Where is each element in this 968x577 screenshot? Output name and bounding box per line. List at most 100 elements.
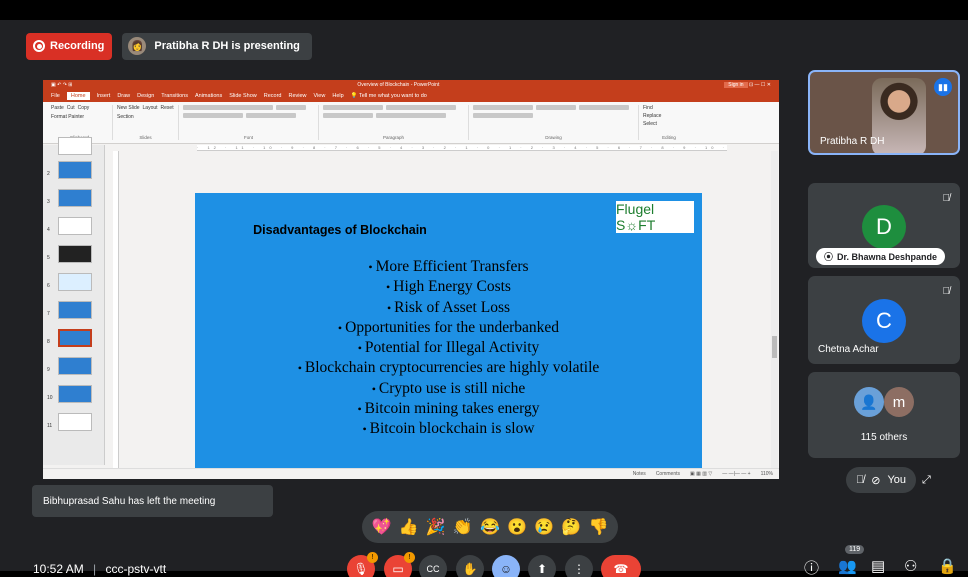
group-label-editing: Editing <box>662 135 676 140</box>
avatar: C <box>862 299 906 343</box>
emoji-icon: ☺ <box>499 562 513 576</box>
participant-tile-chetna[interactable]: 🎙̸ C Chetna Achar <box>808 276 960 364</box>
warning-badge: ! <box>367 552 378 563</box>
camera-off-icon: ⊘ <box>871 474 881 487</box>
host-controls-icon[interactable]: 🔒 <box>938 557 957 575</box>
meeting-details-icon[interactable]: ⓘ <box>804 557 819 577</box>
thinking-reaction-icon[interactable]: 🤔 <box>561 517 581 537</box>
reactions-button[interactable]: ☺ <box>492 555 520 577</box>
camera-toggle-button[interactable]: ▭ ! <box>384 552 415 577</box>
find-button[interactable]: Find <box>643 105 695 111</box>
new-slide-button[interactable]: New Slide <box>117 105 140 111</box>
recording-button[interactable]: Recording <box>26 32 113 60</box>
pinned-name-chip: ⦿ Dr. Bhawna Deshpande <box>816 248 946 265</box>
laugh-reaction-icon[interactable]: 😂 <box>480 517 500 537</box>
ribbon-paragraph: Paragraph <box>319 105 469 140</box>
slide-thumbnail[interactable] <box>58 189 92 207</box>
notes-button[interactable]: Notes <box>633 471 646 477</box>
copy-button[interactable]: Copy <box>78 105 90 111</box>
layout-button[interactable]: Layout <box>143 105 158 111</box>
slide-number: 6 <box>47 283 50 289</box>
slide-number: 11 <box>47 423 53 429</box>
captions-icon: CC <box>426 564 440 574</box>
presenter-video-tile[interactable]: ▮▮ Pratibha R DH <box>808 70 960 155</box>
meeting-info: 10:52 AM | ccc-pstv-vtt <box>33 562 166 576</box>
tab-review[interactable]: Review <box>288 93 306 99</box>
slide-thumbnail[interactable] <box>58 357 92 375</box>
sad-reaction-icon[interactable]: 😢 <box>534 517 554 537</box>
others-tile[interactable]: 👤 m 115 others <box>808 372 960 458</box>
tab-insert[interactable]: Insert <box>97 93 111 99</box>
tab-file[interactable]: File <box>51 93 60 99</box>
surprised-reaction-icon[interactable]: 😮 <box>507 517 527 537</box>
tell-me-search[interactable]: 💡 Tell me what you want to do <box>351 93 427 99</box>
ribbon-clipboard: Paste Cut Copy Format Painter Clipboard <box>47 105 113 140</box>
expand-icon[interactable]: ⤢ <box>922 474 931 487</box>
comments-button[interactable]: Comments <box>656 471 680 477</box>
select-button[interactable]: Select <box>643 121 695 127</box>
scroll-thumb[interactable] <box>772 336 777 358</box>
slide-canvas: Flugel S☼FT Disadvantages of Blockchain … <box>195 193 702 478</box>
slide-thumbnail[interactable] <box>58 245 92 263</box>
raise-hand-button[interactable]: ✋ <box>456 555 484 577</box>
tab-animations[interactable]: Animations <box>195 93 222 99</box>
party-reaction-icon[interactable]: 🎉 <box>426 517 446 537</box>
bullet-item: Opportunities for the underbanked <box>195 318 702 338</box>
clap-reaction-icon[interactable]: 👏 <box>453 517 473 537</box>
slide-thumbnail[interactable] <box>58 273 92 291</box>
slide-thumbnail[interactable] <box>58 301 92 319</box>
chat-icon[interactable]: ▤ <box>871 557 885 575</box>
cut-button[interactable]: Cut <box>67 105 75 111</box>
tab-transitions[interactable]: Transitions <box>161 93 188 99</box>
slide-number: 5 <box>47 255 50 261</box>
slide-thumbnail-selected[interactable] <box>58 329 92 347</box>
slide-thumbnails-pane: 2 3 4 5 6 7 8 9 10 11 <box>43 137 105 465</box>
present-button[interactable]: ⬆ <box>528 555 556 577</box>
slide-thumbnail[interactable] <box>58 161 92 179</box>
slide-thumbnail[interactable] <box>58 413 92 431</box>
tab-slide-show[interactable]: Slide Show <box>229 93 257 99</box>
replace-button[interactable]: Replace <box>643 113 695 119</box>
self-tile[interactable]: 🎙̸ ⊘ You <box>846 467 917 493</box>
people-count-badge: 119 <box>845 545 865 554</box>
mic-off-icon: 🎙 <box>353 562 369 576</box>
heart-reaction-icon[interactable]: 💖 <box>372 517 392 537</box>
tab-record[interactable]: Record <box>264 93 282 99</box>
view-buttons[interactable]: ▣ ▦ ▥ ▽ <box>690 471 712 477</box>
self-view-bar: 🎙̸ ⊘ You ⤢ <box>846 466 956 494</box>
more-options-button[interactable]: ⋮ <box>565 555 593 577</box>
vertical-scrollbar[interactable] <box>771 151 778 471</box>
zoom-slider[interactable]: — —|— — + <box>722 471 750 477</box>
thumbs-up-reaction-icon[interactable]: 👍 <box>399 517 419 537</box>
bullet-item: More Efficient Transfers <box>195 257 702 277</box>
ribbon-drawing: Drawing <box>469 105 639 140</box>
ppt-sign-in[interactable]: Sign in <box>724 82 748 88</box>
participant-tile-bhawna[interactable]: 🎙̸ D ⦿ Dr. Bhawna Deshpande <box>808 183 960 268</box>
slide-thumbnail[interactable] <box>58 137 92 155</box>
tab-view[interactable]: View <box>314 93 326 99</box>
hand-icon: ✋ <box>462 562 478 576</box>
leave-call-button[interactable]: ☎ <box>601 555 641 577</box>
slide-title: Disadvantages of Blockchain <box>253 223 427 237</box>
drawing-controls <box>473 105 634 118</box>
tab-draw[interactable]: Draw <box>117 93 130 99</box>
format-painter-button[interactable]: Format Painter <box>51 114 84 120</box>
paste-button[interactable]: Paste <box>51 105 64 111</box>
tab-design[interactable]: Design <box>137 93 154 99</box>
tab-help[interactable]: Help <box>332 93 343 99</box>
mic-toggle-button[interactable]: 🎙 ! <box>347 552 378 577</box>
clock-time: 10:52 AM <box>33 562 84 576</box>
section-button[interactable]: Section <box>117 114 134 120</box>
activities-icon[interactable]: ⚇ <box>904 557 917 575</box>
recording-label: Recording <box>50 40 105 52</box>
people-icon[interactable]: 👥 <box>838 557 857 575</box>
group-label-drawing: Drawing <box>545 135 562 140</box>
tab-home[interactable]: Home <box>66 92 90 100</box>
mic-off-icon: 🎙̸ <box>856 474 865 486</box>
slide-thumbnail[interactable] <box>58 217 92 235</box>
captions-button[interactable]: CC <box>419 555 447 577</box>
slide-thumbnail[interactable] <box>58 385 92 403</box>
slide-number: 7 <box>47 311 50 317</box>
reset-button[interactable]: Reset <box>161 105 174 111</box>
thumbs-down-reaction-icon[interactable]: 👎 <box>588 517 608 537</box>
